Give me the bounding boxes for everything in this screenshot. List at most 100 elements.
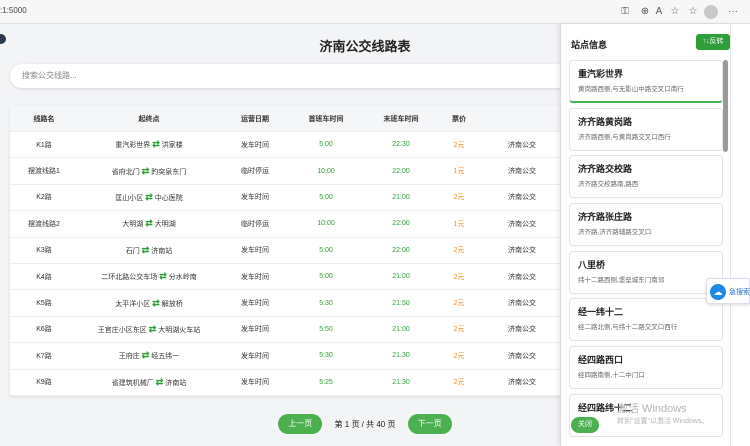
swap-arrows-icon: ⇄ [145, 218, 153, 229]
stop-card[interactable]: 济齐路交校路 济齐路交校路南,路西 [569, 155, 723, 199]
route-start: 大明湖 [122, 221, 144, 229]
swap-arrows-icon: ⇄ [152, 139, 160, 150]
fare: 2元 [453, 273, 465, 281]
page-indicator: 第 1 页 / 共 40 页 [334, 419, 396, 429]
table-row[interactable]: 摆渡线路2 大明湖 ⇄ 大明湖 临时停运 10:00 22:00 1元 济南公交 [10, 211, 560, 238]
fare: 1元 [453, 220, 465, 228]
next-page-button[interactable]: 下一页 [407, 414, 452, 434]
route-endpoints: 省建筑机械厂 ⇄ 济南站 [78, 377, 220, 388]
route-status: 发车时间 [241, 141, 269, 149]
zoom-icon[interactable]: ⊕ [638, 5, 652, 19]
more-menu-icon[interactable]: ··· [726, 5, 740, 19]
read-aloud-icon[interactable]: A [652, 5, 666, 19]
stop-name: 经一纬十二 [578, 307, 624, 318]
table-row[interactable]: K7路 王府庄 ⇄ 经五纬一 发车时间 5:30 21:30 2元 济南公交 [10, 343, 560, 370]
route-endpoints: 王官庄小区东区 ⇄ 大明湖火车站 [78, 324, 220, 335]
stop-list-scrollbar[interactable] [723, 60, 728, 152]
route-start: 重汽彩世界 [115, 142, 151, 150]
favorites-bar-icon[interactable]: ☆ [686, 5, 700, 19]
first-bus-time: 5:25 [319, 378, 333, 386]
operator: 济南公交 [508, 300, 536, 308]
floating-widget-label: 急搜索 [729, 289, 750, 296]
stop-address: 黄岗路西侧,与无影山中路交叉口南行 [578, 86, 684, 93]
table-header: 线路名 起终点 运营日期 首班车时间 末班车时间 票价 [10, 106, 560, 132]
favorite-icon[interactable]: ☆ [668, 5, 682, 19]
stop-name: 济齐路张庄路 [578, 212, 633, 223]
operator: 济南公交 [508, 168, 536, 176]
stop-card[interactable]: 济齐路张庄路济齐路,济齐路辅路交叉口 [569, 203, 723, 247]
route-name: 摆渡线路2 [28, 220, 60, 228]
route-start: 省建筑机械厂 [111, 379, 154, 387]
prev-page-button[interactable]: 上一页 [278, 414, 323, 434]
floating-search-widget[interactable]: ☁ 急搜索 [706, 278, 750, 304]
route-endpoints: 省府北门 ⇄ 趵突泉东门 [78, 166, 220, 177]
operator: 济南公交 [508, 194, 536, 202]
table-row[interactable]: K2路 匡山小区 ⇄ 中心医院 发车时间 5:00 21:00 2元 济南公交 [10, 185, 560, 212]
stop-name: 八里桥 [578, 259, 606, 270]
route-endpoints: 重汽彩世界 ⇄ 洪家楼 [78, 139, 220, 150]
browser-sidebar [730, 24, 750, 446]
first-bus-time: 5:00 [319, 141, 333, 149]
header-operation: 运营日期 [241, 115, 269, 123]
table-row[interactable]: K6路 王官庄小区东区 ⇄ 大明湖火车站 发车时间 5:50 21:00 2元 济南公交 [10, 317, 560, 344]
pagination: 上一页 第 1 页 / 共 40 页 下一页 [0, 414, 560, 434]
stop-card[interactable]: 济齐路黄岗路 济齐路西侧,与黄岗路交叉口西行 [569, 107, 723, 151]
close-panel-button[interactable]: 关闭 [571, 417, 599, 433]
key-icon[interactable]: ⚿ [618, 5, 632, 19]
activation-watermark-subtitle: 转到"设置"以激活 Windows。 [617, 418, 709, 425]
stop-card[interactable]: 重汽彩世界 黄岗路西侧,与无影山中路交叉口南行 [569, 60, 723, 103]
first-bus-time: 5:00 [319, 246, 333, 254]
last-bus-time: 21:00 [392, 273, 410, 281]
table-row[interactable]: K4路 二环北路公交车场 ⇄ 分水岭南 发车时间 5:00 21:00 2元 济南公交 [10, 264, 560, 291]
route-status: 发车时间 [241, 273, 269, 281]
table-row[interactable]: 摆渡线路1 省府北门 ⇄ 趵突泉东门 临时停运 10:00 22:00 1元 济南公交 [10, 158, 560, 185]
stop-name: 济齐路黄岗路 [578, 116, 633, 127]
stop-list: 重汽彩世界 黄岗路西侧,与无影山中路交叉口南行 济齐路黄岗路 济齐路西侧,与黄岗路交叉… [569, 60, 723, 442]
first-bus-time: 10:00 [317, 167, 335, 175]
route-start: 二环北路公交车场 [101, 274, 158, 282]
first-bus-time: 5:00 [319, 273, 333, 281]
routes-table: 线路名 起终点 运营日期 首班车时间 末班车时间 票价 K1路 重汽彩世界 ⇄ 洪家楼… [10, 106, 560, 396]
stop-info-panel: 站点信息 ↑↓反转 重汽彩世界 黄岗路西侧,与无影山中路交叉口南行 济齐路黄岗路 济齐… [560, 24, 730, 446]
stop-address: 济齐路交校路南,路西 [578, 181, 639, 189]
route-name: 摆渡线路1 [28, 168, 60, 176]
stop-card[interactable]: 经一纬十二经二路北侧,与纬十二路交叉口西行 [569, 298, 723, 342]
reverse-button[interactable]: ↑↓反转 [696, 34, 730, 50]
swap-arrows-icon: ⇄ [155, 376, 164, 387]
table-row[interactable]: K1路 重汽彩世界 ⇄ 洪家楼 发车时间 5:00 22:30 2元 济南公交 [10, 132, 560, 159]
route-status: 发车时间 [241, 300, 269, 308]
route-start: 王府庄 [118, 353, 140, 361]
route-endpoints: 二环北路公交车场 ⇄ 分水岭南 [78, 271, 220, 282]
table-row[interactable]: K9路 省建筑机械厂 ⇄ 济南站 发车时间 5:25 21:30 2元 济南公交 [10, 370, 560, 396]
stop-address: 济齐路,济齐路辅路交叉口 [578, 229, 652, 237]
activation-watermark-title: 激活 Windows [617, 403, 687, 415]
operator: 济南公交 [508, 352, 536, 360]
last-bus-time: 21:30 [392, 352, 410, 360]
table-row[interactable]: K3路 石门 ⇄ 济南站 发车时间 5:00 22:00 2元 济南公交 [10, 238, 560, 264]
address-bar[interactable]: :1:5000 [0, 6, 27, 15]
stop-name: 济齐路交校路 [578, 164, 633, 175]
route-name: K1路 [36, 141, 52, 149]
last-bus-time: 22:00 [392, 167, 410, 175]
cloud-icon: ☁ [710, 284, 726, 300]
route-status: 临时停运 [241, 220, 269, 228]
route-status: 发车时间 [241, 326, 269, 334]
fare: 1元 [453, 168, 465, 176]
operator: 济南公交 [508, 141, 536, 149]
swap-arrows-icon: ⇄ [145, 191, 153, 202]
stop-card[interactable]: 八里桥 纬十二路西侧,堡垒城东门南邻 [569, 250, 723, 294]
last-bus-time: 21:00 [392, 193, 410, 201]
fare: 2元 [453, 326, 465, 334]
route-name: K6路 [36, 326, 52, 334]
stop-card[interactable]: 经四路西口 经四路南侧,十二中门口 [569, 346, 723, 390]
stop-address: 经二路北侧,与纬十二路交叉口西行 [578, 324, 678, 332]
fare: 2元 [453, 379, 465, 387]
header-first-bus: 首班车时间 [308, 115, 344, 123]
route-end: 济南站 [151, 247, 173, 255]
route-end: 趵突泉东门 [151, 168, 187, 176]
header-fare: 票价 [452, 115, 466, 123]
search-input[interactable]: 搜索公交线路... [10, 64, 560, 88]
browser-toolbar: :1:5000 ⚿ ⊕ A ☆ ☆ ··· [0, 0, 750, 24]
table-row[interactable]: K5路 太平洋小区 ⇄ 解放桥 发车时间 5:30 21:50 2元 济南公交 [10, 290, 560, 317]
profile-avatar[interactable] [704, 5, 718, 19]
